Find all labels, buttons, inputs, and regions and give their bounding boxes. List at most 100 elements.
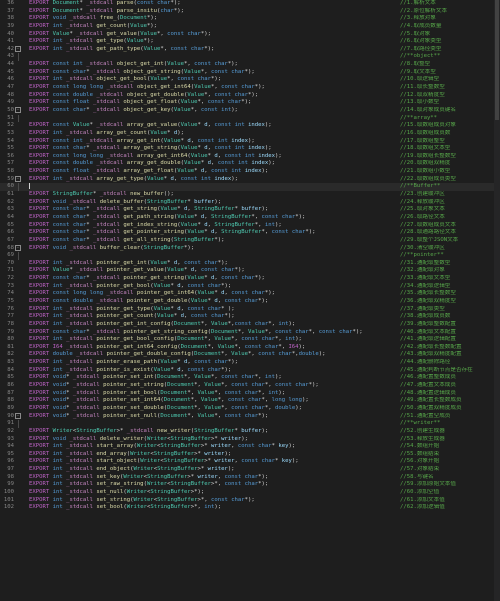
code-text: EXPORT int _stdcall pointer_get_count(Va… [29, 313, 235, 320]
code-line[interactable]: 85 EXPORT void* _stdcall pointer_set_int(… [0, 374, 500, 382]
code-editor[interactable]: 36 EXPORT Document* _stdcall parse(const … [0, 0, 500, 601]
code-line[interactable]: 56 EXPORT const long long _stdcall array_… [0, 153, 500, 161]
code-line[interactable]: 41 EXPORT int _stdcall get_type(Value*); /… [0, 38, 500, 46]
code-line[interactable]: 101 EXPORT int _stdcall set_string(Writer… [0, 497, 500, 505]
code-line[interactable]: 57 EXPORT const double _stdcall array_get… [0, 160, 500, 168]
vertical-scrollbar[interactable] [494, 0, 500, 601]
code-line[interactable]: 89 EXPORT void* _stdcall pointer_set_doub… [0, 405, 500, 413]
fold-collapse-icon[interactable]: − [15, 106, 21, 115]
code-line[interactable]: 44 EXPORT const int _stdcall object_get_i… [0, 61, 500, 69]
code-line[interactable]: 60 //**Buffer** [0, 183, 500, 192]
code-text: EXPORT int _stdcall pointer_get_int(Valu… [29, 259, 228, 266]
code-line[interactable]: 83 EXPORT int _stdcall pointer_erase_path… [0, 359, 500, 367]
code-line[interactable]: 76 EXPORT int _stdcall pointer_get_type(V… [0, 306, 500, 314]
code-line[interactable]: 71 EXPORT Value* _stdcall pointer_get_val… [0, 267, 500, 275]
fold-collapse-icon[interactable]: − [15, 175, 21, 184]
code-text: EXPORT const char* _stdcall get_path_str… [29, 213, 306, 220]
code-line[interactable]: 53 EXPORT int _stdcall array_get_count(Va… [0, 130, 500, 138]
code-line[interactable]: 46 EXPORT int _stdcall object_get_bool(Va… [0, 76, 500, 84]
code-line[interactable]: 96 EXPORT int _stdcall start_object(Write… [0, 458, 500, 466]
code-line[interactable]: 64 EXPORT const char* _stdcall get_path_s… [0, 214, 500, 222]
code-line[interactable]: 74 EXPORT const long long _stdcall pointe… [0, 290, 500, 298]
code-line[interactable]: 65 EXPORT const char* _stdcall get_index_… [0, 222, 500, 230]
code-line[interactable]: 81 EXPORT I64 _stdcall pointer_get_int64_… [0, 344, 500, 352]
code-text: EXPORT const char* _stdcall get_string(V… [29, 206, 269, 213]
code-text: EXPORT int _stdcall pointer_erase_path(V… [29, 359, 238, 366]
code-line[interactable]: 42− EXPORT int _stdcall get_path_type(Val… [0, 45, 500, 54]
code-line[interactable]: 38 EXPORT void _stdcall free_(Document*);… [0, 15, 500, 23]
code-line[interactable]: 54 EXPORT const int _stdcall array_get_in… [0, 138, 500, 146]
code-comment: //7.取路径类型 [400, 45, 442, 52]
code-comment: //18.取数组文本型 [400, 145, 451, 152]
code-line[interactable]: 80 EXPORT int _stdcall pointer_get_bool_c… [0, 336, 500, 344]
code-line[interactable]: 82 EXPORT double _stdcall pointer_get_dou… [0, 351, 500, 359]
code-line[interactable]: 67 EXPORT const char* _stdcall get_all_st… [0, 237, 500, 245]
code-line[interactable]: 73 EXPORT int _stdcall pointer_get_bool(V… [0, 283, 500, 291]
code-comment: //19.取数组长整数型 [400, 152, 456, 159]
code-line[interactable]: 94 EXPORT int _stdcall start_array(Writer… [0, 443, 500, 451]
code-line[interactable]: 87 EXPORT void* _stdcall pointer_set_bool… [0, 390, 500, 398]
code-line[interactable]: 62 EXPORT void _stdcall delete_buffer(Str… [0, 199, 500, 207]
code-line[interactable]: 88 EXPORT void* _stdcall pointer_set_int6… [0, 397, 500, 405]
code-line[interactable]: 43 //**object** [0, 53, 500, 62]
code-line[interactable]: 86 EXPORT void* _stdcall pointer_set_stri… [0, 382, 500, 390]
code-line[interactable]: 51 //**array** [0, 114, 500, 123]
code-line[interactable]: 49 EXPORT const float _stdcall object_get… [0, 99, 500, 107]
code-comment: //27.取数组成员文本 [400, 221, 456, 228]
code-line[interactable]: 97 EXPORT int _stdcall end_object(Writer<… [0, 466, 500, 474]
code-line[interactable]: 59− EXPORT int _stdcall array_get_type(Va… [0, 175, 500, 184]
code-line[interactable]: 95 EXPORT int _stdcall end_array(Writer<S… [0, 451, 500, 459]
code-line[interactable]: 84 EXPORT int _stdcall pointer_is_exist(V… [0, 367, 500, 375]
code-line[interactable]: 79 EXPORT const char* _stdcall pointer_ge… [0, 329, 500, 337]
code-line[interactable]: 99 EXPORT int _stdcall set_raw_string(Wri… [0, 481, 500, 489]
code-line[interactable]: 52 EXPORT const Value* _stdcall array_get… [0, 122, 500, 130]
code-line[interactable]: 37 EXPORT Document* _stdcall parse_insitu… [0, 8, 500, 16]
code-line[interactable]: 39 EXPORT int _stdcall get_count(Value*);… [0, 23, 500, 31]
code-line[interactable]: 78 EXPORT int _stdcall pointer_get_int_co… [0, 321, 500, 329]
scrollbar-thumb[interactable] [495, 0, 499, 120]
fold-collapse-icon[interactable]: − [15, 45, 21, 54]
line-number: 94 [7, 443, 14, 450]
code-comment: //13.取小数型 [400, 99, 440, 106]
code-line[interactable]: 93 EXPORT void _stdcall delete_writer(Wri… [0, 436, 500, 444]
code-line[interactable]: 100 EXPORT int _stdcall set_null(Writer<S… [0, 489, 500, 497]
code-line[interactable]: 58 EXPORT const float _stdcall array_get_… [0, 168, 500, 176]
line-number: 59 [7, 175, 14, 182]
code-comment: //26.取路径文本 [400, 213, 445, 220]
code-line[interactable]: 61 EXPORT StringBuffer* _stdcall new_buff… [0, 191, 500, 199]
code-line[interactable]: 36 EXPORT Document* _stdcall parse(const … [0, 0, 500, 8]
code-line[interactable]: 92 EXPORT Writer<StringBuffer>* _stdcall … [0, 428, 500, 436]
fold-collapse-icon[interactable]: − [15, 244, 21, 253]
fold-collapse-icon[interactable]: − [15, 412, 21, 421]
code-text: EXPORT const char* _stdcall pointer_get_… [29, 328, 363, 335]
line-number: 49 [7, 99, 14, 106]
line-number: 98 [7, 473, 14, 480]
code-comment: //39.通配取整数配置 [400, 320, 456, 327]
code-line[interactable]: 45 EXPORT const char* _stdcall object_get… [0, 69, 500, 77]
code-line[interactable]: 102 EXPORT int _stdcall set_bool(Writer<S… [0, 504, 500, 512]
code-line[interactable]: 75 EXPORT const double _stdcall pointer_g… [0, 298, 500, 306]
code-line[interactable]: 66 EXPORT const char* _stdcall get_pointe… [0, 229, 500, 237]
code-line[interactable]: 48 EXPORT const double _stdcall object_ge… [0, 92, 500, 100]
code-line[interactable]: 77 EXPORT int _stdcall pointer_get_count(… [0, 313, 500, 321]
code-line[interactable]: 55 EXPORT const char* _stdcall array_get_… [0, 145, 500, 153]
code-comment: //21.取数组小数型 [400, 168, 451, 175]
code-line[interactable]: 40 EXPORT Value* _stdcall get_value(Value… [0, 31, 500, 39]
code-line[interactable]: 50− EXPORT const char* _stdcall object_ge… [0, 106, 500, 115]
line-number: 83 [7, 359, 14, 366]
code-line[interactable]: 69 //**pointer** [0, 252, 500, 260]
code-line[interactable]: 70 EXPORT int _stdcall pointer_get_int(Va… [0, 260, 500, 268]
code-line[interactable]: 91 //**writer** [0, 420, 500, 428]
line-number: 85 [7, 374, 14, 381]
code-line[interactable]: 47 EXPORT const long long _stdcall object… [0, 84, 500, 92]
line-number: 36 [7, 0, 14, 6]
code-text: EXPORT const long long _stdcall array_ge… [29, 152, 282, 159]
code-line[interactable]: 72 EXPORT const char* _stdcall pointer_ge… [0, 275, 500, 283]
code-line[interactable]: 98 EXPORT int _stdcall set_key(Writer<Str… [0, 474, 500, 482]
code-line[interactable]: 63 EXPORT const char* _stdcall get_string… [0, 206, 500, 214]
code-comment: //42.通配取长整数配置 [400, 343, 462, 350]
code-line[interactable]: 90− EXPORT void* _stdcall pointer_set_nul… [0, 412, 500, 421]
line-number: 50 [7, 106, 14, 113]
code-line[interactable]: 68− EXPORT void _stdcall buffer_clear(Str… [0, 244, 500, 253]
line-number: 69 [7, 252, 14, 259]
